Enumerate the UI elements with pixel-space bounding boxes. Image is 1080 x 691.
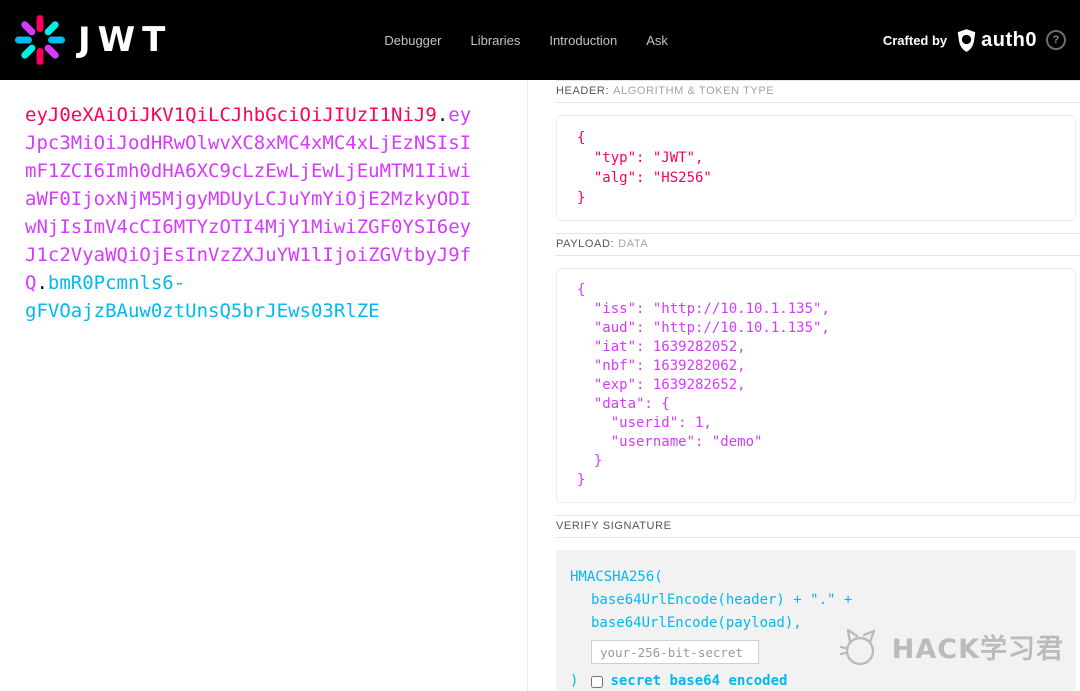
decoded-panel: HEADER: ALGORITHM & TOKEN TYPE { "typ": "… [528, 80, 1080, 691]
payload-sublabel: DATA [618, 238, 649, 250]
crafted-by-label: Crafted by [882, 32, 948, 48]
help-icon[interactable]: ? [1046, 30, 1066, 50]
payload-section-label: PAYLOAD: DATA [556, 233, 1080, 256]
top-navigation-bar: JWT Debugger Libraries Introduction Ask … [0, 0, 1080, 80]
header-sublabel: ALGORITHM & TOKEN TYPE [613, 85, 775, 97]
jwt-pinwheel-icon [15, 15, 65, 65]
decoded-header-json[interactable]: { "typ": "JWT", "alg": "HS256" } [556, 115, 1076, 221]
token-payload-segment: eyJpc3MiOiJodHRwOlwvXC8xMC4xMC4xLjEzNSIs… [25, 104, 472, 294]
debugger-content: eyJ0eXAiOiJKV1QiLCJhbGciOiJIUzI1NiJ9.eyJ… [0, 80, 1080, 691]
signature-closing-row: ) secret base64 encoded [570, 670, 1062, 691]
main-nav: Debugger Libraries Introduction Ask [384, 33, 668, 48]
decoded-payload-json[interactable]: { "iss": "http://10.10.1.135", "aud": "h… [556, 268, 1076, 503]
nav-item-debugger[interactable]: Debugger [384, 33, 441, 48]
base64-encoded-checkbox[interactable] [591, 675, 604, 688]
nav-item-libraries[interactable]: Libraries [470, 33, 520, 48]
encoded-token-editor[interactable]: eyJ0eXAiOiJKV1QiLCJhbGciOiJIUzI1NiJ9.eyJ… [25, 101, 475, 325]
secret-input-row [570, 640, 1062, 664]
jwt-logo[interactable]: JWT [14, 14, 172, 66]
secret-input[interactable] [591, 640, 759, 664]
token-signature-segment: bmR0Pcmnls6-gFVOajzBAuw0ztUnsQ5brJEws03R… [25, 272, 380, 322]
signature-closing-paren: ) [570, 673, 579, 689]
auth0-logo[interactable]: auth0 [956, 29, 1037, 52]
header-label: HEADER: [556, 85, 610, 97]
token-header-segment: eyJ0eXAiOiJKV1QiLCJhbGciOiJIUzI1NiJ9 [25, 104, 437, 126]
verify-signature-section-label: VERIFY SIGNATURE [556, 515, 1080, 538]
nav-item-ask[interactable]: Ask [646, 33, 668, 48]
nav-item-introduction[interactable]: Introduction [549, 33, 617, 48]
signature-line-encode-payload: base64UrlEncode(payload), [591, 615, 802, 631]
signature-line-hmac: HMACSHA256( [570, 569, 663, 585]
jwt-io-debugger-app: JWT Debugger Libraries Introduction Ask … [0, 0, 1080, 691]
jwt-logo-text: JWT [78, 20, 173, 60]
token-separator-dot: . [436, 104, 449, 126]
verify-signature-label: VERIFY SIGNATURE [556, 520, 672, 532]
signature-box: HMACSHA256( base64UrlEncode(header) + ".… [556, 550, 1076, 691]
base64-encoded-checkbox-label: secret base64 encoded [610, 673, 788, 689]
auth0-shield-icon [957, 28, 976, 52]
signature-line-encode-header: base64UrlEncode(header) + "." + [591, 592, 853, 608]
encoded-panel: eyJ0eXAiOiJKV1QiLCJhbGciOiJIUzI1NiJ9.eyJ… [0, 80, 528, 691]
auth0-logo-text: auth0 [981, 28, 1037, 51]
header-section-label: HEADER: ALGORITHM & TOKEN TYPE [556, 80, 1080, 103]
payload-label: PAYLOAD: [556, 238, 615, 250]
crafted-by-block: Crafted by auth0 ? [883, 29, 1066, 52]
token-separator-dot: . [36, 272, 48, 294]
